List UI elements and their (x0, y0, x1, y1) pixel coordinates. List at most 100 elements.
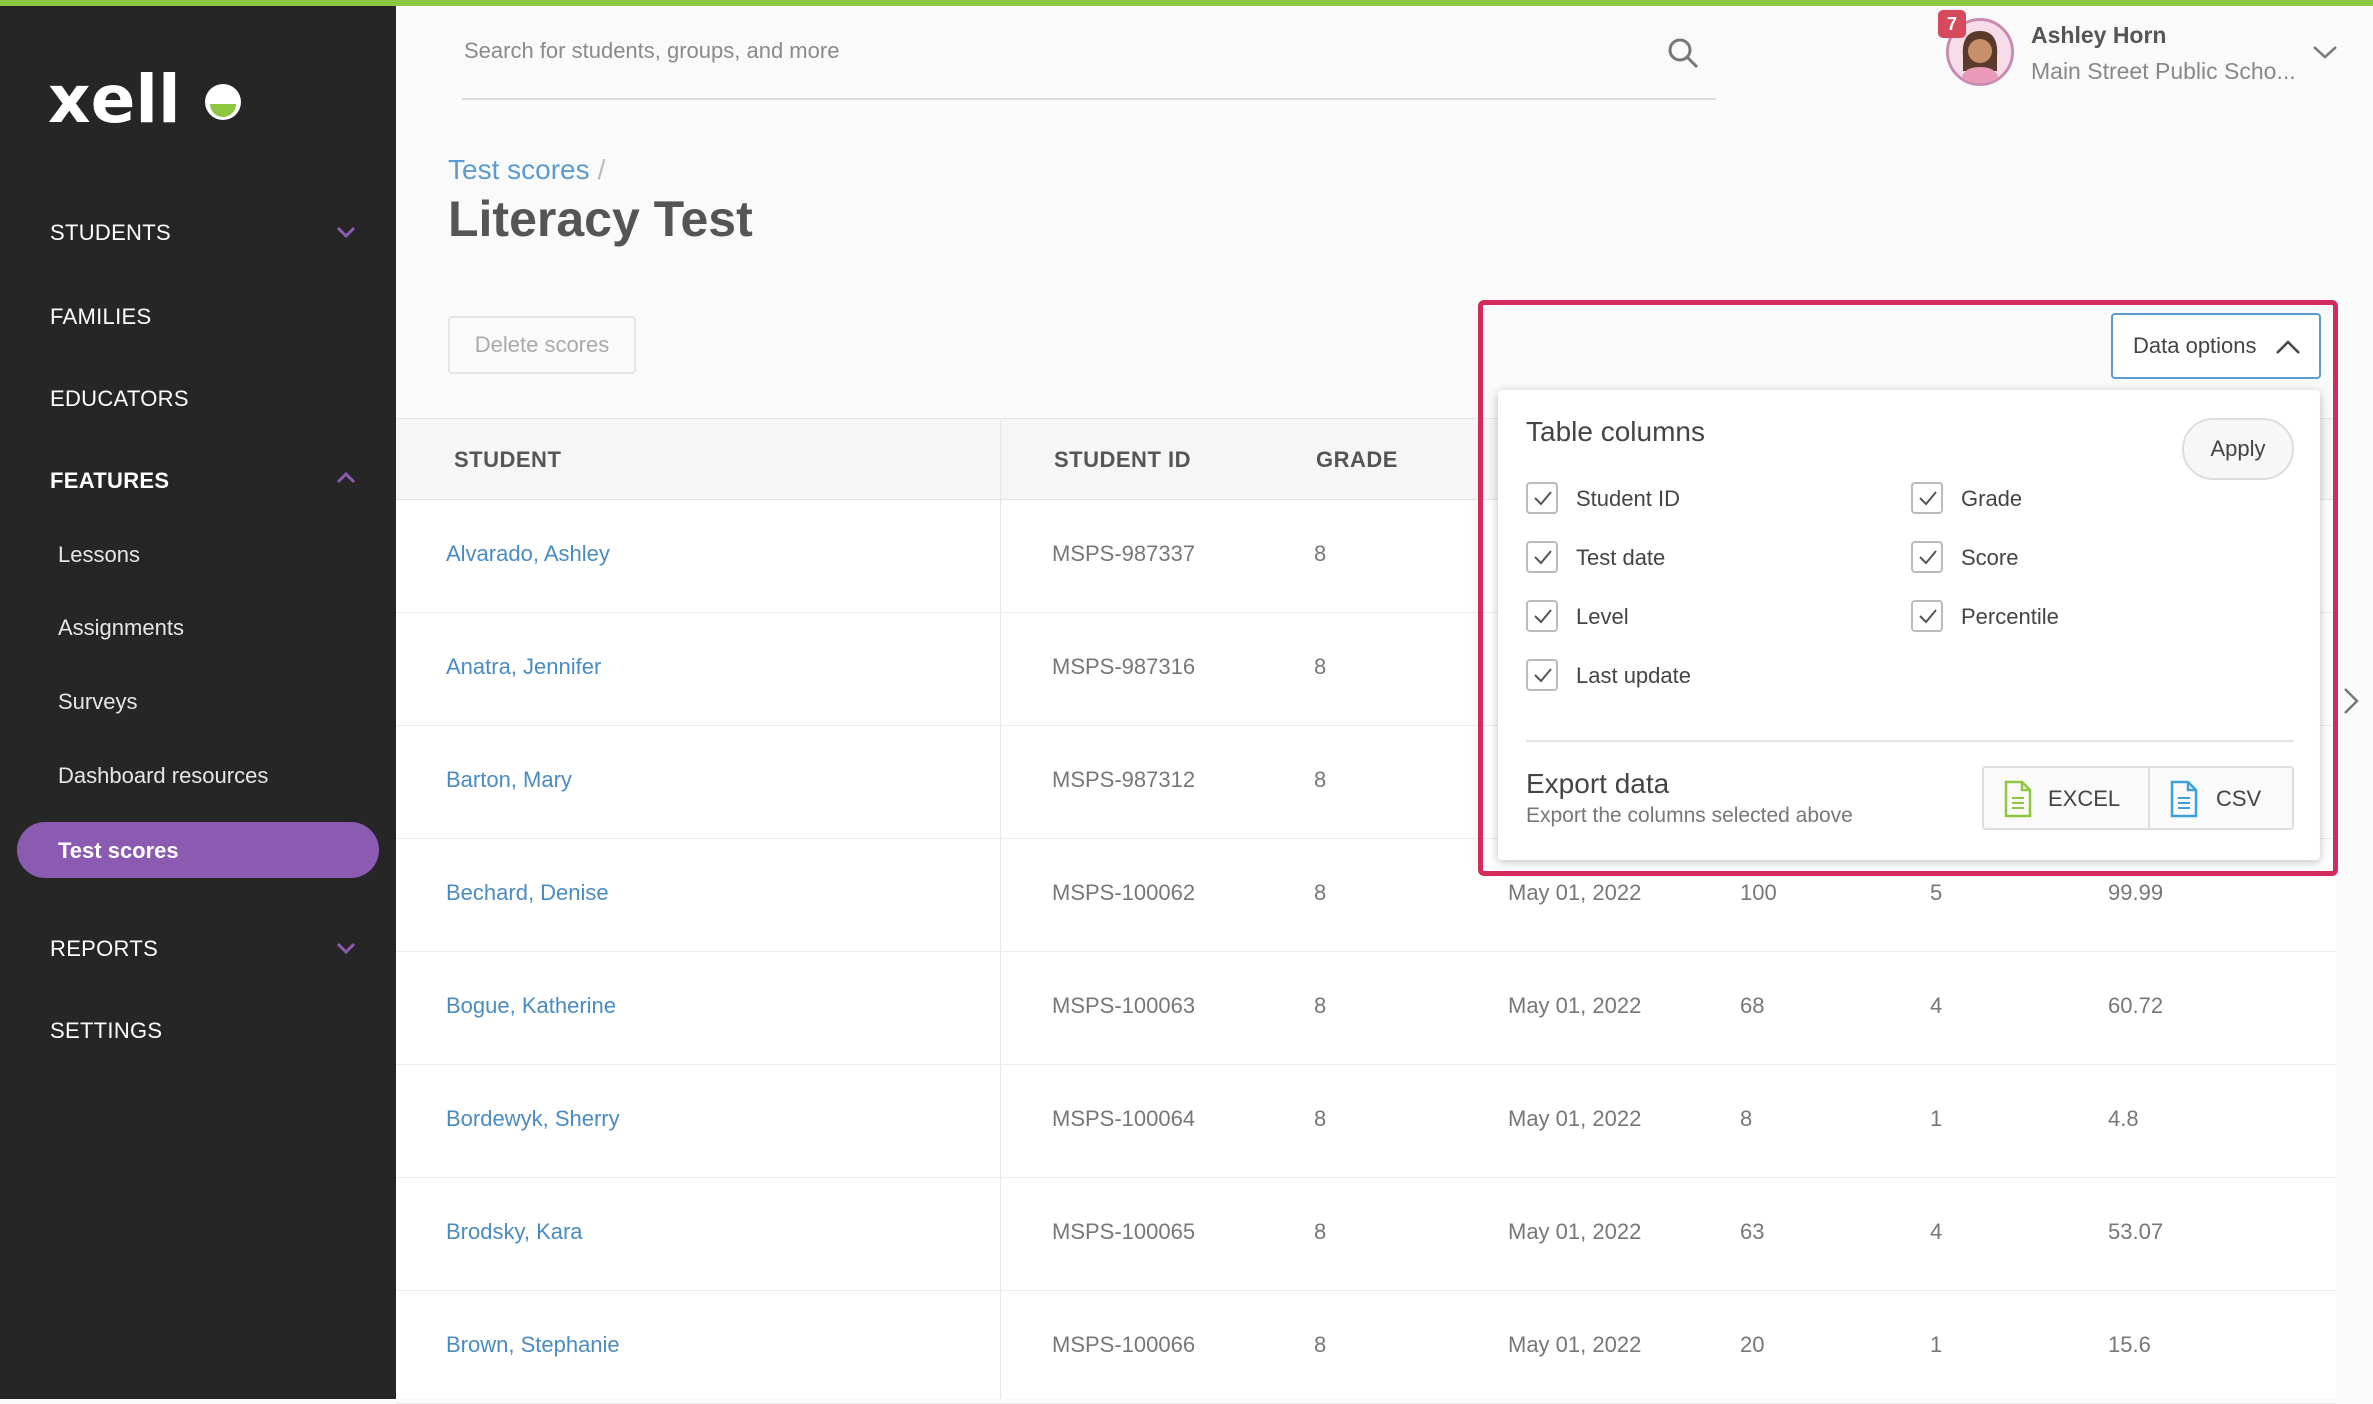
sidebar-subitem-lessons[interactable]: Lessons (58, 542, 140, 568)
apply-button[interactable]: Apply (2182, 418, 2294, 480)
delete-scores-button[interactable]: Delete scores (448, 316, 636, 374)
checkbox-box[interactable] (1911, 600, 1943, 632)
cell-id: MSPS-987312 (1052, 767, 1196, 792)
cell-grade: 8 (1314, 1332, 1327, 1357)
export-data-title: Export data (1526, 768, 1670, 799)
breadcrumb-link[interactable]: Test scores (448, 154, 590, 185)
check-icon (1919, 491, 1937, 506)
chevron-down-icon[interactable] (2312, 42, 2338, 62)
cell-level: 4 (1930, 1219, 1943, 1244)
sidebar-item-settings[interactable]: SETTINGS (50, 1018, 162, 1044)
table-row[interactable]: Bordewyk, Sherry MSPS-100064 8 May 01, 2022… (396, 1064, 2336, 1178)
check-icon (1919, 550, 1937, 565)
table-row[interactable]: Brodsky, Kara MSPS-100065 8 May 01, 2022 63 4… (396, 1177, 2336, 1291)
checkbox-box[interactable] (1526, 482, 1558, 514)
student-name-link[interactable]: Bordewyk, Sherry (446, 1106, 620, 1132)
cell-score: 20 (1740, 1332, 1765, 1357)
export-excel-button[interactable]: EXCEL (1984, 768, 2148, 828)
cell-date: May 01, 2022 (1508, 1106, 1642, 1131)
csv-file-icon (2170, 780, 2198, 818)
cell-level: 5 (1930, 880, 1943, 905)
search-icon[interactable] (1666, 36, 1700, 70)
breadcrumb: Test scores / (448, 154, 605, 186)
cell-date: May 01, 2022 (1508, 1332, 1642, 1357)
sidebar: xello xell STUDENTS FAMILIES EDUCATORS F… (0, 6, 396, 1399)
column-header-student[interactable]: STUDENT (454, 447, 561, 473)
csv-label: CSV (2216, 786, 2262, 811)
sidebar-subitem-label: Test scores (58, 838, 179, 863)
checkbox-label: Percentile (1961, 604, 2059, 629)
cell-percentile: 60.72 (2108, 993, 2164, 1018)
page-title: Literacy Test (448, 191, 753, 247)
sidebar-subitem-dashboard-resources[interactable]: Dashboard resources (58, 763, 268, 789)
user-name[interactable]: Ashley Horn (2031, 22, 2166, 49)
sidebar-item-educators[interactable]: EDUCATORS (50, 386, 189, 412)
breadcrumb-separator: / (597, 154, 606, 185)
sidebar-item-students[interactable]: STUDENTS (50, 220, 171, 246)
cell-score: 8 (1740, 1106, 1753, 1131)
chevron-right-icon[interactable] (2340, 686, 2362, 716)
check-icon (1919, 609, 1937, 624)
cell-percentile: 15.6 (2108, 1332, 2151, 1357)
chevron-down-icon[interactable] (336, 938, 356, 958)
student-name-link[interactable]: Brown, Stephanie (446, 1332, 620, 1358)
cell-percentile: 99.99 (2108, 880, 2164, 905)
student-name-link[interactable]: Alvarado, Ashley (446, 541, 610, 567)
cell-level: 1 (1930, 1106, 1943, 1131)
chevron-down-icon[interactable] (336, 222, 356, 242)
export-csv-button[interactable]: CSV (2150, 768, 2292, 828)
checkbox-box[interactable] (1526, 600, 1558, 632)
checkbox-label: Student ID (1576, 486, 1680, 511)
checkbox-box[interactable] (1526, 541, 1558, 573)
cell-id: MSPS-987337 (1052, 541, 1196, 566)
sidebar-item-reports[interactable]: REPORTS (50, 936, 158, 962)
check-icon (1534, 550, 1552, 565)
cell-id: MSPS-100065 (1052, 1219, 1196, 1244)
checkbox-label: Score (1961, 545, 2019, 570)
sidebar-subitem-assignments[interactable]: Assignments (58, 615, 184, 641)
check-icon (1534, 491, 1552, 506)
cell-score: 68 (1740, 993, 1765, 1018)
excel-label: EXCEL (2048, 786, 2121, 811)
column-header-student-id[interactable]: STUDENT ID (1054, 447, 1191, 473)
checkbox-box[interactable] (1911, 482, 1943, 514)
table-row[interactable]: Brown, Stephanie MSPS-100066 8 May 01, 2022… (396, 1290, 2336, 1404)
column-header-grade[interactable]: GRADE (1316, 447, 1398, 473)
chevron-up-icon (2276, 340, 2300, 354)
export-data-subtitle: Export the columns selected above (1526, 804, 1853, 827)
table-row[interactable]: Bogue, Katherine MSPS-100063 8 May 01, 2022… (396, 951, 2336, 1065)
cell-level: 1 (1930, 1332, 1943, 1357)
student-name-link[interactable]: Bechard, Denise (446, 880, 609, 906)
cell-grade: 8 (1314, 541, 1327, 566)
sidebar-item-features[interactable]: FEATURES (50, 468, 169, 494)
student-name-link[interactable]: Anatra, Jennifer (446, 654, 601, 680)
checkbox-box[interactable] (1911, 541, 1943, 573)
cell-percentile: 53.07 (2108, 1219, 2164, 1244)
student-name-link[interactable]: Bogue, Katherine (446, 993, 616, 1019)
search-input[interactable] (462, 30, 1716, 72)
sidebar-subitem-surveys[interactable]: Surveys (58, 689, 137, 715)
cell-grade: 8 (1314, 767, 1327, 792)
search-underline (462, 98, 1716, 100)
excel-file-icon (2004, 780, 2032, 818)
student-name-link[interactable]: Brodsky, Kara (446, 1219, 583, 1245)
user-school[interactable]: Main Street Public Scho... (2031, 58, 2301, 85)
logo-wordmark: xell (48, 64, 241, 134)
chevron-up-icon[interactable] (336, 468, 356, 488)
cell-grade: 8 (1314, 654, 1327, 679)
cell-percentile: 4.8 (2108, 1106, 2139, 1131)
student-name-link[interactable]: Barton, Mary (446, 767, 572, 793)
sidebar-item-families[interactable]: FAMILIES (50, 304, 151, 330)
cell-grade: 8 (1314, 880, 1327, 905)
check-icon (1534, 609, 1552, 624)
data-options-button[interactable]: Data options (2111, 313, 2321, 379)
sidebar-subitem-test-scores[interactable]: Test scores (17, 822, 379, 878)
export-button-group: EXCEL CSV (1982, 766, 2294, 830)
checkbox-box[interactable] (1526, 659, 1558, 691)
cell-score: 100 (1740, 880, 1777, 905)
notification-badge[interactable]: 7 (1938, 10, 1966, 38)
checkbox-label: Grade (1961, 486, 2023, 511)
xello-logo[interactable]: xello xell (48, 64, 248, 134)
cell-level: 4 (1930, 993, 1943, 1018)
cell-id: MSPS-987316 (1052, 654, 1196, 679)
